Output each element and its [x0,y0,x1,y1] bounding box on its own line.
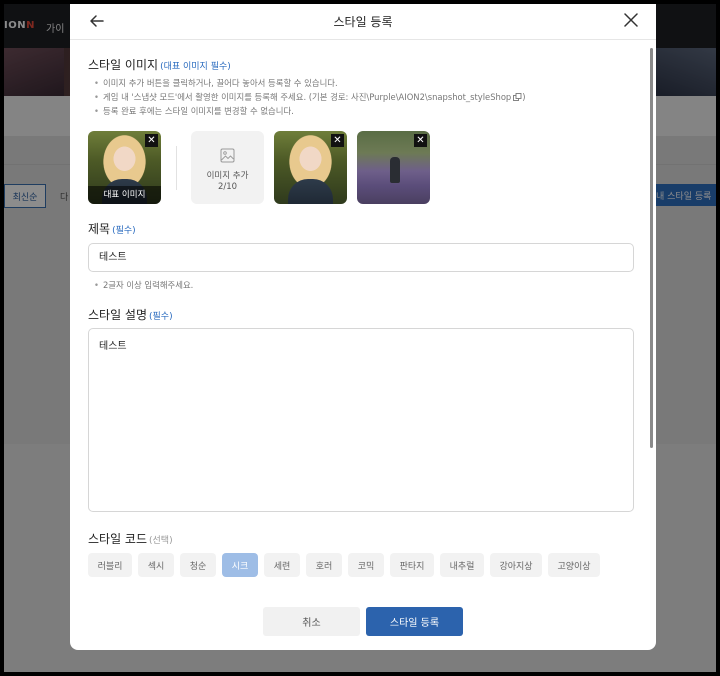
style-chip[interactable]: 세련 [264,553,300,577]
image-section-label: 스타일 이미지 [88,58,159,72]
title-hint: 2글자 이상 입력해주세요. [94,279,193,291]
image-section-title: 스타일 이미지 (대표 이미지 필수) [88,56,231,73]
style-chip[interactable]: 호러 [306,553,342,577]
browser-viewport: IONN 가이 최신순 다 내 스타일 등록 스타일 등록 스타일 이미지 (대표… [4,4,716,672]
description-section-title: 스타일 설명 (필수) [88,306,173,323]
optional-tag: (선택) [149,536,173,546]
title-input[interactable]: 테스트 [88,243,634,272]
thumb-divider [176,146,177,190]
image-count: 2/10 [217,182,238,192]
modal-scrollbar[interactable] [650,48,653,448]
required-tag: (필수) [112,226,136,236]
guideline-path-close: ) [522,92,526,102]
style-code-section-label: 스타일 코드 [88,532,148,546]
modal-header: 스타일 등록 [70,4,656,40]
copy-icon[interactable] [513,93,522,101]
title-section-label: 제목 [88,222,111,236]
style-register-modal: 스타일 등록 스타일 이미지(대표 이미지 필수) 이미지 추가 버튼을 클릭하… [70,4,656,650]
guideline-item: 이미지 추가 버튼을 클릭하거나, 끌어다 놓아서 등록할 수 있습니다. [94,76,526,90]
close-icon[interactable] [622,11,640,29]
image-content [390,157,400,183]
image-thumb[interactable]: ✕ [357,131,430,204]
modal-title: 스타일 등록 [333,15,393,29]
required-tag: (대표 이미지 필수) [160,62,231,72]
representative-image-label: 대표 이미지 [88,186,161,204]
remove-image-icon[interactable]: ✕ [145,134,158,147]
image-guidelines: 이미지 추가 버튼을 클릭하거나, 끌어다 놓아서 등록할 수 있습니다. 게임… [94,76,526,118]
style-chip[interactable]: 고양이상 [548,553,600,577]
style-chip[interactable]: 섹시 [138,553,174,577]
style-chip[interactable]: 러블리 [88,553,132,577]
guideline-item: 등록 완료 후에는 스타일 이미지를 변경할 수 없습니다. [94,104,526,118]
required-tag: (필수) [149,312,173,322]
add-image-button[interactable]: 이미지 추가 2/10 [191,131,264,204]
description-textarea[interactable]: 테스트 [88,328,634,512]
title-section-title: 제목 (필수) [88,220,136,237]
style-chip-selected[interactable]: 시크 [222,553,258,577]
modal-body: 스타일 이미지(대표 이미지 필수) 이미지 추가 버튼을 클릭하거나, 끌어다… [70,40,656,580]
style-chip[interactable]: 청순 [180,553,216,577]
style-chip[interactable]: 강아지상 [490,553,542,577]
style-chip[interactable]: 판타지 [390,553,434,577]
style-chip[interactable]: 내추럴 [440,553,484,577]
image-thumb[interactable]: ✕ [274,131,347,204]
style-chip[interactable]: 코믹 [348,553,384,577]
style-code-section-title: 스타일 코드 (선택) [88,530,173,547]
cancel-button[interactable]: 취소 [263,607,360,636]
image-add-icon [220,148,235,163]
guideline-item: 게임 내 '스냅샷 모드'에서 촬영한 이미지를 등록해 주세요. (기본 경로… [94,90,526,104]
representative-image-thumb[interactable]: ✕ 대표 이미지 [88,131,161,204]
remove-image-icon[interactable]: ✕ [414,134,427,147]
add-image-label: 이미지 추가 [206,171,249,181]
image-content [288,179,333,204]
guideline-path-text: 게임 내 '스냅샷 모드'에서 촬영한 이미지를 등록해 주세요. (기본 경로… [103,92,512,102]
submit-style-button[interactable]: 스타일 등록 [366,607,463,636]
remove-image-icon[interactable]: ✕ [331,134,344,147]
description-section-label: 스타일 설명 [88,308,148,322]
